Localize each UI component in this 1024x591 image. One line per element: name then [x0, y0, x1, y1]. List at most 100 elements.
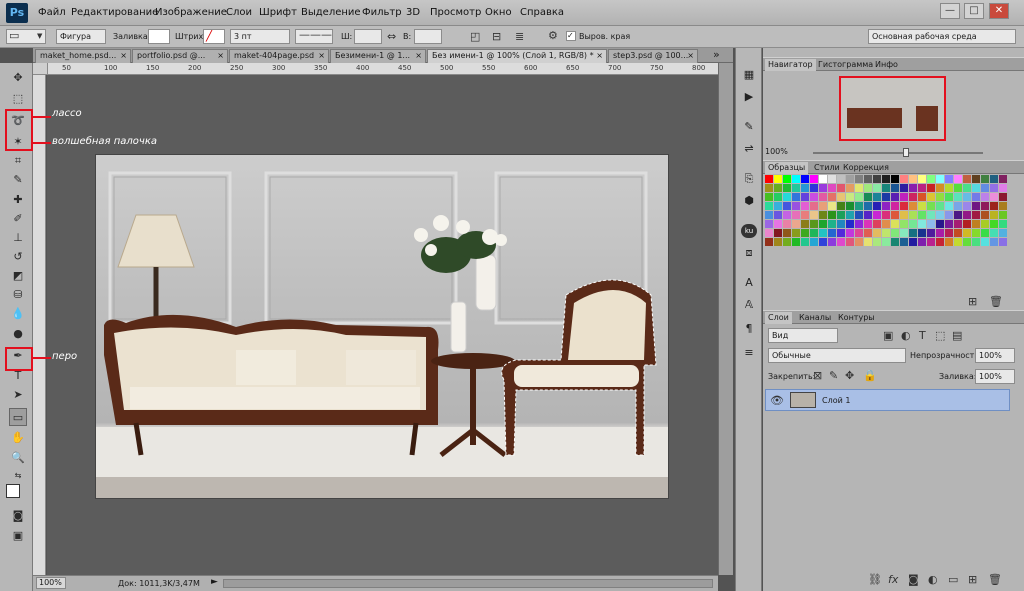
color-swatch[interactable] [765, 202, 773, 210]
more-tabs-icon[interactable]: » [713, 49, 720, 61]
color-swatch[interactable] [900, 202, 908, 210]
color-swatch[interactable] [963, 238, 971, 246]
color-swatch[interactable] [792, 175, 800, 183]
color-swatch[interactable] [945, 229, 953, 237]
menu-image[interactable]: Изображение [155, 7, 227, 18]
color-swatch[interactable] [792, 238, 800, 246]
color-swatch[interactable] [864, 229, 872, 237]
color-swatch[interactable] [783, 193, 791, 201]
align-edges-checkbox[interactable]: ✓ [566, 31, 576, 41]
menu-type[interactable]: Шрифт [259, 7, 297, 18]
color-swatch[interactable] [855, 175, 863, 183]
color-swatch[interactable] [792, 184, 800, 192]
swatch-grid[interactable] [765, 175, 1015, 255]
paragraph-styles-icon[interactable]: ≡ [741, 346, 757, 359]
link-icon[interactable]: ⇔ [387, 31, 396, 43]
color-swatch[interactable] [945, 193, 953, 201]
brush-tool-icon[interactable]: ✐ [9, 210, 27, 228]
color-swatch[interactable] [837, 229, 845, 237]
delete-swatch-icon[interactable]: 🗑 [989, 296, 1003, 308]
gear-icon[interactable]: ⚙ [548, 30, 558, 42]
color-swatch[interactable] [927, 202, 935, 210]
color-swatch[interactable] [972, 220, 980, 228]
color-swatch[interactable] [918, 184, 926, 192]
color-swatch[interactable] [828, 193, 836, 201]
color-swatch[interactable] [810, 229, 818, 237]
color-swatch[interactable] [945, 175, 953, 183]
color-swatch[interactable] [765, 184, 773, 192]
marquee-tool-icon[interactable]: ⬚ [9, 90, 27, 108]
color-swatch[interactable] [810, 193, 818, 201]
color-swatch[interactable] [900, 238, 908, 246]
zoom-slider-thumb[interactable] [903, 148, 909, 157]
menu-window[interactable]: Окно [485, 7, 512, 18]
color-swatch[interactable] [882, 202, 890, 210]
color-swatch[interactable] [927, 229, 935, 237]
color-swatch[interactable] [927, 175, 935, 183]
tab-layers[interactable]: Слои [765, 312, 792, 324]
color-swatch[interactable] [828, 175, 836, 183]
doc-size-info[interactable]: Док: 1011,3K/3,47M [118, 579, 200, 588]
character-styles-icon[interactable]: 𝔸 [741, 298, 757, 311]
color-swatch[interactable] [873, 238, 881, 246]
kuler-icon[interactable]: ku [741, 224, 757, 238]
menu-filter[interactable]: Фильтр [362, 7, 402, 18]
color-swatch[interactable] [864, 220, 872, 228]
layer-filter-select[interactable]: Вид [768, 328, 838, 343]
color-swatch[interactable] [990, 229, 998, 237]
color-swatch[interactable] [981, 238, 989, 246]
color-swatch[interactable] [819, 211, 827, 219]
color-swatch[interactable] [783, 175, 791, 183]
height-input[interactable] [414, 29, 442, 44]
healing-brush-tool-icon[interactable]: ✚ [9, 191, 27, 209]
eyedropper-tool-icon[interactable]: ✎ [9, 171, 27, 189]
color-swatch[interactable] [900, 193, 908, 201]
color-swatch[interactable] [990, 238, 998, 246]
filter-smart-object-icon[interactable]: ▤ [952, 330, 962, 342]
color-swatch[interactable] [810, 211, 818, 219]
layer-name[interactable]: Слой 1 [822, 396, 850, 405]
color-swatch[interactable] [819, 229, 827, 237]
move-tool-icon[interactable]: ✥ [9, 69, 27, 87]
color-swatch[interactable] [954, 202, 962, 210]
color-swatch[interactable] [783, 202, 791, 210]
color-swatch[interactable] [774, 202, 782, 210]
color-swatch[interactable] [900, 220, 908, 228]
path-arrange-icon[interactable]: ≣ [515, 31, 524, 43]
color-swatch[interactable] [918, 238, 926, 246]
fx-icon[interactable]: fx [888, 574, 898, 586]
vertical-scrollbar[interactable] [718, 63, 733, 575]
color-swatch[interactable] [774, 193, 782, 201]
color-swatch[interactable] [945, 184, 953, 192]
menu-file[interactable]: Файл [38, 7, 66, 18]
color-swatch[interactable] [936, 211, 944, 219]
menu-edit[interactable]: Редактирование [71, 7, 158, 18]
color-swatch[interactable] [891, 229, 899, 237]
color-swatch[interactable] [765, 175, 773, 183]
color-swatch[interactable] [909, 202, 917, 210]
doc-tab[interactable]: maket_home.psd... × [35, 49, 131, 63]
blur-tool-icon[interactable]: 💧 [9, 305, 27, 323]
color-swatch[interactable] [954, 193, 962, 201]
color-swatch[interactable] [945, 202, 953, 210]
color-swatch[interactable] [819, 220, 827, 228]
color-swatch[interactable] [882, 193, 890, 201]
screen-mode-icon[interactable]: ▣ [9, 527, 27, 545]
color-swatch[interactable] [909, 220, 917, 228]
color-swatch[interactable] [891, 193, 899, 201]
color-swatch[interactable] [936, 184, 944, 192]
delete-layer-icon[interactable]: 🗑 [988, 574, 1002, 586]
color-swatch[interactable] [810, 238, 818, 246]
document-image[interactable] [96, 155, 668, 498]
close-tab-icon[interactable]: × [120, 50, 127, 62]
color-swatch[interactable] [828, 238, 836, 246]
crop-tool-icon[interactable]: ⌗ [9, 152, 27, 170]
new-swatch-icon[interactable]: ⊞ [968, 296, 977, 308]
color-swatch[interactable] [801, 211, 809, 219]
color-swatch[interactable] [819, 193, 827, 201]
color-swatch[interactable] [954, 229, 962, 237]
color-swatch[interactable] [846, 211, 854, 219]
color-swatch[interactable] [819, 238, 827, 246]
link-layers-icon[interactable]: ⛓ [868, 574, 882, 586]
color-swatch[interactable] [864, 184, 872, 192]
